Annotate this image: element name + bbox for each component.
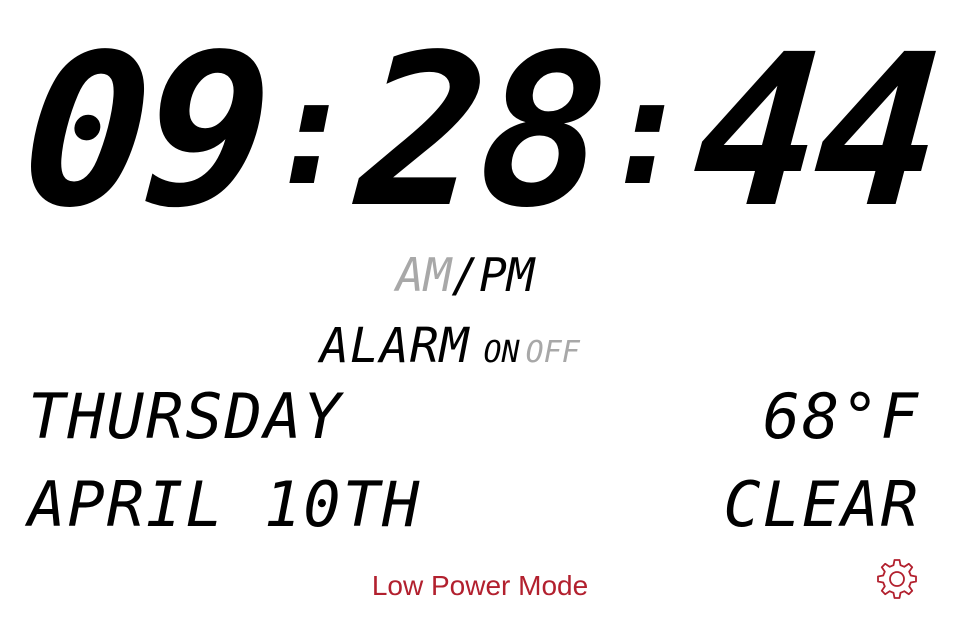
seconds-digits: 44 [686,9,945,254]
low-power-mode-label[interactable]: Low Power Mode [0,570,960,602]
clock-app: 09 : 28 : 44 AM/PM ALARM ON OFF THURSDAY… [0,0,960,640]
gear-icon [877,559,917,599]
am-pm-indicator: AM/PM [396,252,534,302]
weather-condition-label: CLEAR [723,468,920,541]
minutes-digits: 28 [351,9,610,254]
weekday-label: THURSDAY [28,380,343,453]
time-separator: : [602,45,693,219]
temperature-label: 68°F [762,380,920,453]
am-label: AM [396,248,452,302]
am-pm-slash: / [451,248,480,302]
time-display: 09 : 28 : 44 [15,9,944,254]
time-separator: : [267,45,358,219]
date-label: APRIL 10TH [28,468,422,541]
alarm-off-toggle[interactable]: OFF [526,338,580,368]
alarm-on-toggle[interactable]: ON [484,338,520,368]
hours-digits: 09 [15,9,274,254]
settings-button[interactable] [874,556,920,602]
pm-label: PM [479,248,535,302]
alarm-label: ALARM [320,318,470,374]
alarm-status[interactable]: ALARM ON OFF [320,318,580,374]
